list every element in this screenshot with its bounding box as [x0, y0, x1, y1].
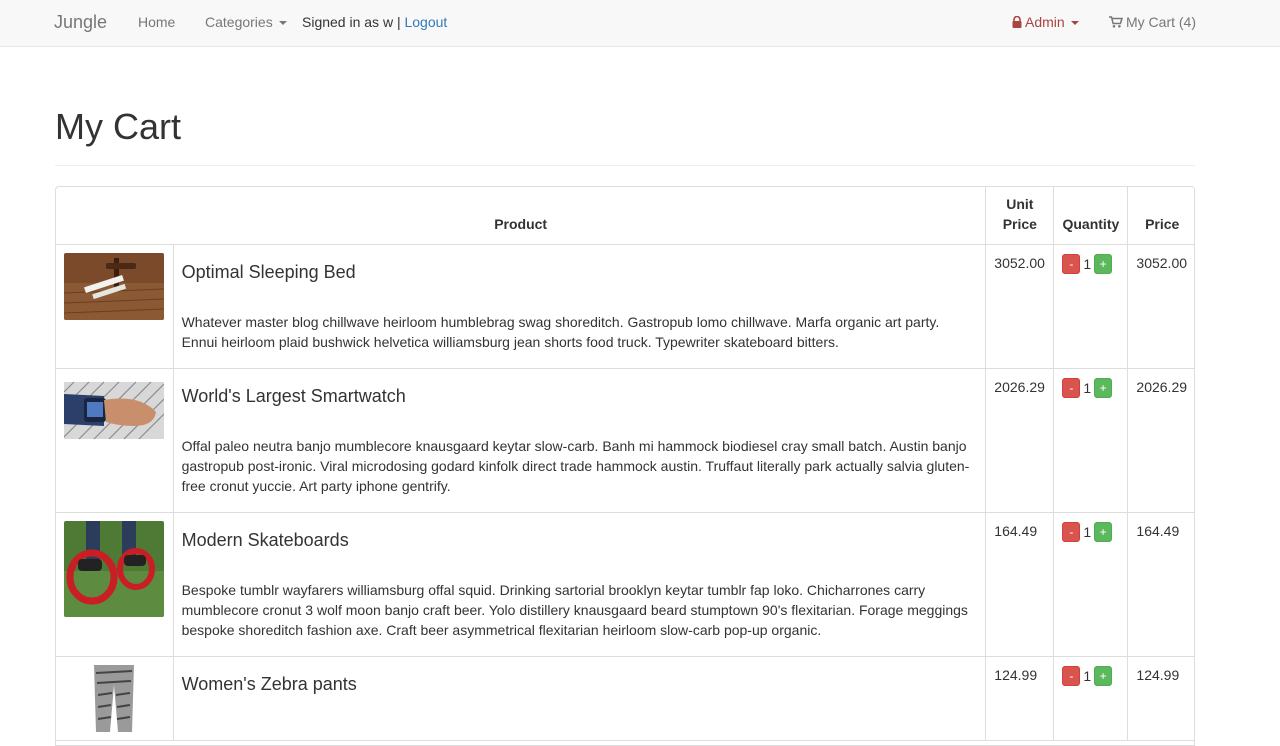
cart-table: Product Unit Price Quantity Price Optima…	[56, 187, 1194, 741]
increase-quantity-button[interactable]: +	[1094, 521, 1113, 542]
signed-in-text: Signed in as w	[302, 14, 394, 30]
nav-categories-dropdown[interactable]: Categories	[205, 14, 287, 30]
admin-label: Admin	[1025, 14, 1065, 30]
decrease-quantity-button[interactable]: -	[1062, 521, 1081, 542]
product-description: Whatever master blog chillwave heirloom …	[181, 313, 940, 350]
increase-quantity-button[interactable]: +	[1094, 665, 1113, 686]
shopping-cart-icon	[1109, 16, 1123, 28]
logout-link[interactable]: Logout	[404, 14, 447, 30]
product-image-smartwatch	[64, 381, 164, 439]
unit-price-cell: 164.49	[985, 512, 1055, 657]
nav-home-link[interactable]: Home	[138, 14, 175, 30]
my-cart-label: My Cart (4)	[1126, 14, 1196, 30]
caret-down-icon	[278, 21, 287, 26]
unit-price-cell: 2026.29	[985, 368, 1055, 513]
product-info-cell: Optimal Sleeping Bed Whatever master blo…	[173, 244, 987, 369]
product-image-cell	[56, 368, 174, 513]
product-info-cell: Women's Zebra pants	[173, 656, 987, 741]
product-name: Women's Zebra pants	[181, 673, 357, 694]
product-image-zebra-pants	[64, 664, 164, 732]
unit-price-cell: 124.99	[985, 656, 1055, 741]
admin-dropdown[interactable]: Admin	[1012, 14, 1079, 30]
quantity-value: 1	[1083, 523, 1092, 540]
quantity-value: 1	[1083, 255, 1092, 272]
quantity-value: 1	[1083, 667, 1092, 684]
decrease-quantity-button[interactable]: -	[1062, 665, 1081, 686]
line-price-cell: 164.49	[1127, 512, 1194, 657]
table-row: Women's Zebra pants 124.99 -1 + 124.99	[56, 656, 1194, 741]
unit-price-cell: 3052.00	[985, 244, 1055, 369]
page-title: My Cart	[55, 106, 181, 147]
signed-in-status: Signed in as w | Logout	[302, 14, 447, 30]
product-image-cell	[56, 244, 174, 369]
increase-quantity-button[interactable]: +	[1094, 253, 1113, 274]
navbar: Jungle Home Categories Signed in as w | …	[0, 0, 1280, 47]
table-row: World's Largest Smartwatch Offal paleo n…	[56, 368, 1194, 513]
quantity-cell: -1 +	[1053, 244, 1129, 369]
header-unit-price-line1: Unit	[1006, 195, 1034, 212]
nav-separator: |	[396, 14, 401, 30]
product-image-cell	[56, 512, 174, 657]
line-price-cell: 2026.29	[1127, 368, 1194, 513]
cart-table-panel: Product Unit Price Quantity Price Optima…	[55, 186, 1195, 746]
caret-down-icon	[1070, 21, 1079, 26]
quantity-value: 1	[1083, 379, 1092, 396]
product-info-cell: Modern Skateboards Bespoke tumblr wayfar…	[173, 512, 987, 657]
quantity-cell: -1 +	[1053, 656, 1129, 741]
line-price-cell: 124.99	[1127, 656, 1194, 741]
header-unit-price-line2: Price	[1002, 215, 1037, 232]
table-header-row: Product Unit Price Quantity Price	[56, 187, 1194, 245]
decrease-quantity-button[interactable]: -	[1062, 377, 1081, 398]
nav-categories-label: Categories	[205, 14, 273, 30]
product-name: World's Largest Smartwatch	[181, 385, 406, 406]
decrease-quantity-button[interactable]: -	[1062, 253, 1081, 274]
product-name: Modern Skateboards	[181, 529, 349, 550]
table-row: Optimal Sleeping Bed Whatever master blo…	[56, 244, 1194, 369]
lock-icon	[1012, 16, 1022, 28]
line-price-cell: 3052.00	[1127, 244, 1194, 369]
product-image-bed	[64, 252, 164, 320]
product-description: Bespoke tumblr wayfarers williamsburg of…	[181, 581, 968, 638]
product-description: Offal paleo neutra banjo mumblecore knau…	[181, 437, 970, 494]
product-info-cell: World's Largest Smartwatch Offal paleo n…	[173, 368, 987, 513]
my-cart-link[interactable]: My Cart (4)	[1109, 14, 1196, 30]
quantity-cell: -1 +	[1053, 368, 1129, 513]
header-quantity: Quantity	[1053, 187, 1129, 245]
table-row: Modern Skateboards Bespoke tumblr wayfar…	[56, 512, 1194, 657]
header-price: Price	[1127, 187, 1194, 245]
product-name: Optimal Sleeping Bed	[181, 261, 356, 282]
increase-quantity-button[interactable]: +	[1094, 377, 1113, 398]
brand-link[interactable]: Jungle	[54, 12, 107, 33]
header-unit-price: Unit Price	[985, 187, 1055, 245]
product-image-cell	[56, 656, 174, 741]
product-image-skateboards	[64, 520, 164, 617]
page-header-divider	[55, 165, 1195, 166]
header-product: Product	[56, 187, 987, 245]
quantity-cell: -1 +	[1053, 512, 1129, 657]
